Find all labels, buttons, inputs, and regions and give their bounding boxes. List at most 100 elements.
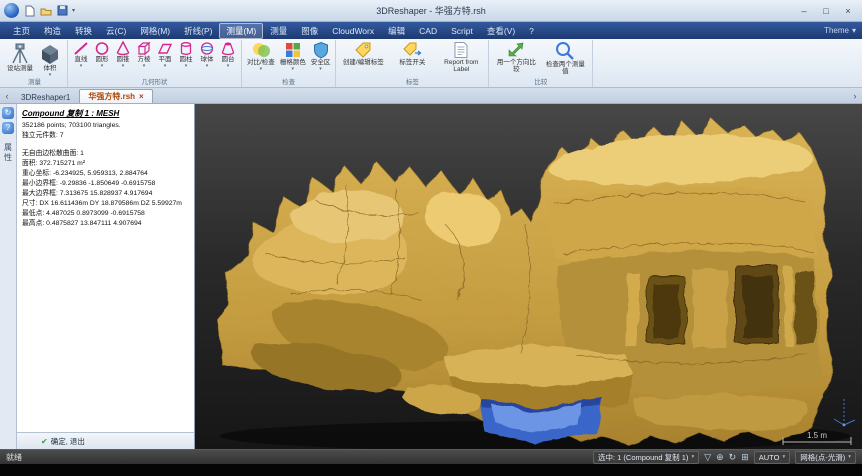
- update-icon[interactable]: ↻: [2, 107, 14, 119]
- circle-button[interactable]: 圆形 ▾: [92, 40, 112, 69]
- tab-cloudworx[interactable]: CloudWorx: [325, 24, 381, 38]
- tab-transform[interactable]: 转换: [68, 23, 99, 39]
- document-tab-bar: ‹ 3DReshaper1 华强方特.rsh × ›: [0, 88, 862, 104]
- open-file-icon[interactable]: [39, 4, 53, 18]
- line-icon: [73, 41, 89, 56]
- grid-view-icon[interactable]: ⊞: [741, 452, 749, 463]
- close-button[interactable]: ×: [838, 3, 858, 18]
- report-from-label-button[interactable]: Report from Label: [437, 40, 485, 73]
- confirm-exit-button[interactable]: ✔ 确定, 退出: [41, 436, 85, 447]
- chevron-down-icon: ▾: [185, 64, 188, 69]
- properties-panel: Compound 复制 1 : MESH 352186 points; 7031…: [17, 104, 195, 449]
- tab-image[interactable]: 图像: [294, 23, 325, 39]
- app-logo-icon[interactable]: [4, 3, 19, 18]
- left-icon-strip: ↻ ? 属性: [0, 104, 17, 449]
- box-button[interactable]: 方棱 ▾: [134, 40, 154, 69]
- chevron-down-icon: ▾: [691, 454, 694, 460]
- compare-inspect-button[interactable]: 对比/检查 ▾: [245, 40, 277, 72]
- ribbon-tab-bar: 主页 构造 转换 云(C) 网格(M) 折线(P) 测量(M) 测量 图像 Cl…: [0, 22, 862, 39]
- label-toggle-button[interactable]: 标签开关: [388, 40, 436, 66]
- chevron-down-icon: ▾: [143, 64, 146, 69]
- scale-bar: 1.5 m: [782, 429, 852, 446]
- chevron-down-icon: ▾: [164, 64, 167, 69]
- minimize-button[interactable]: –: [794, 3, 814, 18]
- tab-cloud[interactable]: 云(C): [99, 23, 133, 39]
- tab-mesh[interactable]: 网格(M): [133, 23, 177, 39]
- tab-help[interactable]: ?: [522, 24, 541, 38]
- properties-footer: ✔ 确定, 退出: [17, 432, 194, 449]
- doc-tabs-scroll-right[interactable]: ›: [850, 91, 860, 101]
- properties-content: Compound 复制 1 : MESH 352186 points; 7031…: [17, 104, 194, 432]
- selection-chip[interactable]: 选中: 1 (Compound 复制 1) ▾: [593, 451, 699, 464]
- auto-mode-chip[interactable]: AUTO ▾: [754, 451, 790, 464]
- close-tab-icon[interactable]: ×: [139, 92, 144, 101]
- label-tag-icon: [353, 41, 373, 59]
- help-icon[interactable]: ?: [2, 122, 14, 134]
- ribbon-group-geometry: 直线 ▾ 圆形 ▾ 圆锥 ▾ 方棱 ▾: [68, 40, 242, 87]
- maximize-button[interactable]: □: [816, 3, 836, 18]
- tab-home[interactable]: 主页: [6, 23, 37, 39]
- cylinder-button[interactable]: 圆柱 ▾: [176, 40, 196, 69]
- render-mode-chip[interactable]: 网格(点-光滑) ▾: [795, 451, 856, 464]
- create-edit-label-button[interactable]: 创建/编辑标签: [339, 40, 387, 66]
- volume-button[interactable]: 体积 ▾: [36, 40, 64, 78]
- safe-zone-button[interactable]: 安全区 ▾: [309, 40, 333, 72]
- safe-zone-icon: [312, 41, 330, 59]
- sphere-icon: [199, 41, 215, 56]
- new-file-icon[interactable]: [23, 4, 37, 18]
- ribbon-group-labels: 创建/编辑标签 标签开关 Report from Label 标签: [336, 40, 489, 87]
- compare-two-measures-button[interactable]: 检查两个测量值: [541, 40, 589, 75]
- window-controls: – □ ×: [794, 3, 858, 18]
- mesh-stat-line: 最低点: 4.487025 0.8973099 -0.6915758: [22, 209, 189, 219]
- circle-icon: [94, 41, 110, 56]
- compare-direction-button[interactable]: 用一个方向比较: [492, 40, 540, 73]
- grid-colors-button[interactable]: 栅格颜色 ▾: [278, 40, 308, 72]
- sphere-button[interactable]: 球体 ▾: [197, 40, 217, 69]
- cone-button[interactable]: 圆锥 ▾: [113, 40, 133, 69]
- plane-button[interactable]: 平面 ▾: [155, 40, 175, 69]
- direction-arrow-icon: [506, 41, 526, 59]
- mesh-stat-line: 无自由边松散曲面: 1: [22, 149, 189, 159]
- frustum-icon: [220, 41, 236, 56]
- tab-construct[interactable]: 构造: [37, 23, 68, 39]
- mesh-stat-line: 尺寸: DX 16.611436m DY 18.879586m DZ 5.599…: [22, 199, 189, 209]
- frustum-button[interactable]: 圆台 ▾: [218, 40, 238, 69]
- tab-script[interactable]: Script: [444, 24, 480, 38]
- box-icon: [136, 41, 152, 56]
- tab-cad[interactable]: CAD: [412, 24, 444, 38]
- tab-measure-active[interactable]: 测量(M): [219, 23, 263, 39]
- scale-label: 1.5 m: [807, 431, 827, 440]
- doc-tabs-scroll-left[interactable]: ‹: [2, 91, 12, 101]
- chevron-down-icon: ▾: [848, 454, 851, 460]
- quick-access-chevron-icon[interactable]: ▾: [72, 7, 75, 14]
- magnifier-icon: [554, 41, 576, 61]
- zoom-icon[interactable]: ⊕: [716, 452, 724, 463]
- tab-measure2[interactable]: 测量: [263, 23, 294, 39]
- theme-selector[interactable]: Theme▾: [824, 26, 856, 35]
- properties-vertical-tab[interactable]: 属性: [3, 143, 14, 163]
- station-measure-button[interactable]: 设站测量: [5, 40, 35, 73]
- viewport-3d[interactable]: 1.5 m: [195, 104, 862, 449]
- mesh-stat-line: 最高点: 0.4875827 13.847111 4.907694: [22, 219, 189, 229]
- chevron-down-icon: ▾: [782, 454, 785, 460]
- tab-polyline[interactable]: 折线(P): [177, 23, 219, 39]
- ribbon-group-label: 比较: [492, 78, 589, 87]
- station-measure-icon: [8, 41, 32, 65]
- chevron-down-icon: ▾: [101, 64, 104, 69]
- chevron-down-icon: ▾: [260, 67, 263, 72]
- ribbon-group-measure: 设站测量 体积 ▾ 测量: [2, 40, 68, 87]
- axis-indicator-icon: [828, 395, 856, 429]
- line-button[interactable]: 直线 ▾: [71, 40, 91, 69]
- filter-icon[interactable]: ▽: [704, 452, 711, 463]
- status-ready-text: 就绪: [6, 452, 22, 463]
- mesh-model-3d: [195, 104, 862, 449]
- ribbon-group-inspect: 对比/检查 ▾ 栅格颜色 ▾ 安全区 ▾ 检查: [242, 40, 336, 87]
- tab-edit[interactable]: 编辑: [381, 23, 412, 39]
- tab-view[interactable]: 查看(V): [480, 23, 522, 39]
- chevron-down-icon: ▾: [227, 64, 230, 69]
- status-bar: 就绪 选中: 1 (Compound 复制 1) ▾ ▽ ⊕ ↻ ⊞ AUTO …: [0, 449, 862, 464]
- doc-tab-huaqiangfangte[interactable]: 华强方特.rsh ×: [79, 89, 152, 103]
- rotate-view-icon[interactable]: ↻: [729, 452, 737, 463]
- doc-tab-3dreshaper1[interactable]: 3DReshaper1: [12, 91, 79, 103]
- save-icon[interactable]: [55, 4, 69, 18]
